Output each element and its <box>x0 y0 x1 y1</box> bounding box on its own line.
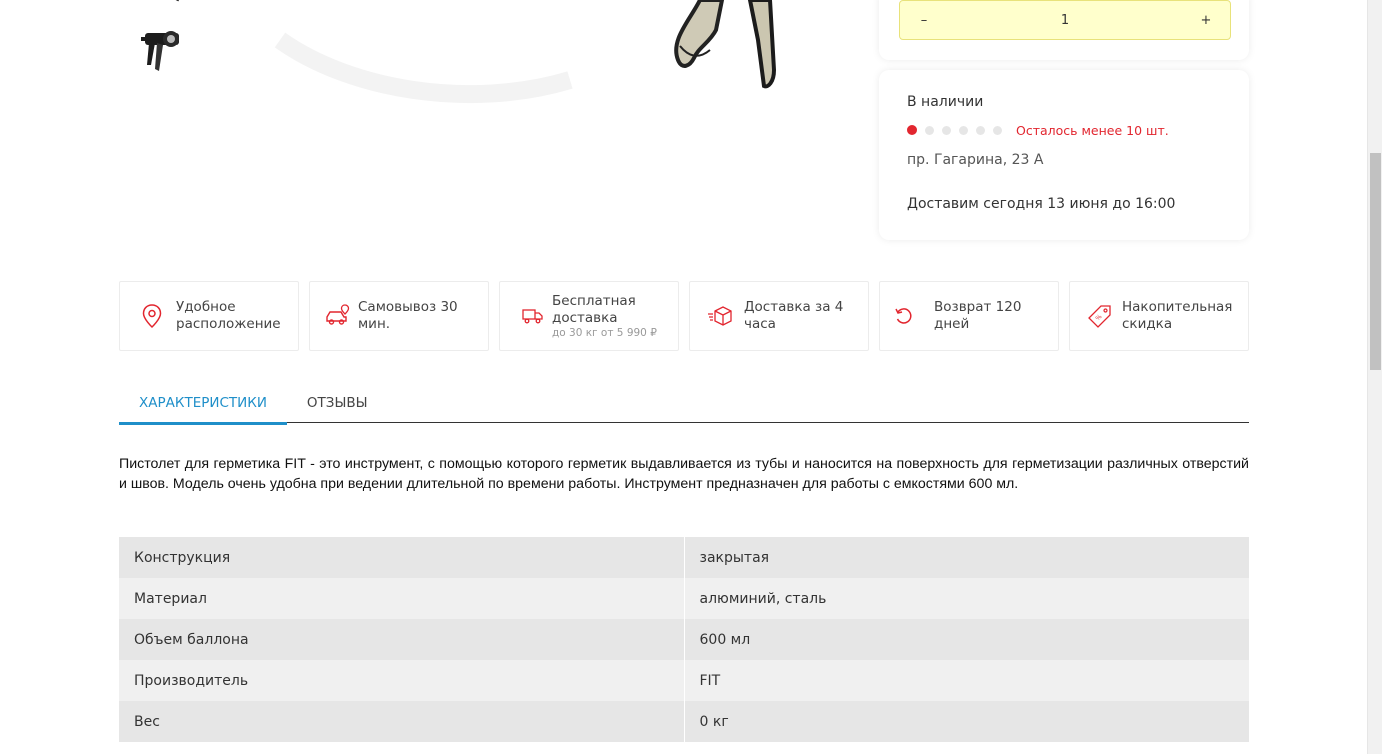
product-description: Пистолет для герметика FIT - это инструм… <box>119 456 1249 492</box>
table-row: Конструкция закрытая <box>119 537 1249 578</box>
table-row: Вес 0 кг <box>119 701 1249 742</box>
benefit-title: Доставка за 4 часа <box>744 299 844 332</box>
availability-card: В наличии Осталось менее 10 шт. пр. Гага… <box>879 70 1249 240</box>
benefit-location[interactable]: Удобное расположение <box>119 281 299 351</box>
spec-value: FIT <box>684 660 1249 701</box>
benefit-subtitle: до 30 кг от 5 990 ₽ <box>552 326 657 339</box>
benefit-title: Возврат 120 дней <box>934 299 1022 332</box>
stock-dot <box>907 125 917 135</box>
stock-dot <box>976 125 985 135</box>
map-pin-icon <box>134 298 170 334</box>
spec-key: Производитель <box>119 660 685 701</box>
delivery-estimate: Доставим сегодня 13 июня до 16:00 <box>907 196 1176 212</box>
spec-value: 0 кг <box>684 701 1249 742</box>
scrollbar-thumb[interactable] <box>1370 153 1381 370</box>
benefit-return[interactable]: Возврат 120 дней <box>879 281 1059 351</box>
tab-reviews[interactable]: Отзывы <box>287 383 388 423</box>
benefit-title: Удобное расположение <box>176 299 281 332</box>
store-address: пр. Гагарина, 23 А <box>907 152 1044 168</box>
benefit-free-delivery[interactable]: Бесплатная доставка до 30 кг от 5 990 ₽ <box>499 281 679 351</box>
return-icon <box>886 298 922 334</box>
benefit-pickup[interactable]: Самовывоз 30 мин. <box>309 281 489 351</box>
quantity-stepper: – 1 + <box>899 0 1231 40</box>
stock-level-indicator: Осталось менее 10 шт. <box>907 122 1221 138</box>
quantity-input[interactable]: 1 <box>1061 13 1069 28</box>
stock-dot <box>993 125 1002 135</box>
availability-title: В наличии <box>907 94 984 110</box>
truck-free-icon <box>520 298 546 334</box>
tab-characteristics[interactable]: Характеристики <box>119 383 287 425</box>
benefit-title: Самовывоз 30 мин. <box>358 299 458 332</box>
quantity-card: – 1 + <box>879 0 1249 60</box>
stock-dot <box>942 125 951 135</box>
spec-value: 600 мл <box>684 619 1249 660</box>
product-thumbnail-2[interactable] <box>119 25 201 87</box>
product-tabs: Характеристики Отзывы <box>119 383 1249 425</box>
benefit-fast-delivery[interactable]: Доставка за 4 часа <box>689 281 869 351</box>
table-row: Объем баллона 600 мл <box>119 619 1249 660</box>
stock-dot <box>925 125 934 135</box>
table-row: Материал алюминий, сталь <box>119 578 1249 619</box>
benefits-strip: Удобное расположение Самовывоз 30 мин. Б… <box>119 281 1249 351</box>
spec-value: закрытая <box>684 537 1249 578</box>
stock-dot <box>959 125 968 135</box>
spec-value: алюминий, сталь <box>684 578 1249 619</box>
spec-key: Конструкция <box>119 537 685 578</box>
product-main-image[interactable] <box>270 0 830 170</box>
spec-key: Объем баллона <box>119 619 685 660</box>
box-delivery-icon <box>702 298 738 334</box>
page-scrollbar[interactable] <box>1367 0 1382 754</box>
benefit-title: Бесплатная доставка <box>552 292 636 326</box>
specifications-table: Конструкция закрытая Материал алюминий, … <box>119 537 1249 742</box>
svg-text:%: % <box>1094 313 1103 322</box>
spec-key: Вес <box>119 701 685 742</box>
increase-quantity-button[interactable]: + <box>1196 13 1216 28</box>
benefit-title: Накопительная скидка <box>1122 299 1233 332</box>
decrease-quantity-button[interactable]: – <box>914 13 934 28</box>
spec-key: Материал <box>119 578 685 619</box>
discount-tag-icon: % <box>1082 298 1118 334</box>
table-row: Производитель FIT <box>119 660 1249 701</box>
car-pickup-icon <box>320 298 356 334</box>
stock-warning: Осталось менее 10 шт. <box>1016 122 1169 138</box>
benefit-discount[interactable]: % Накопительная скидка <box>1069 281 1249 351</box>
